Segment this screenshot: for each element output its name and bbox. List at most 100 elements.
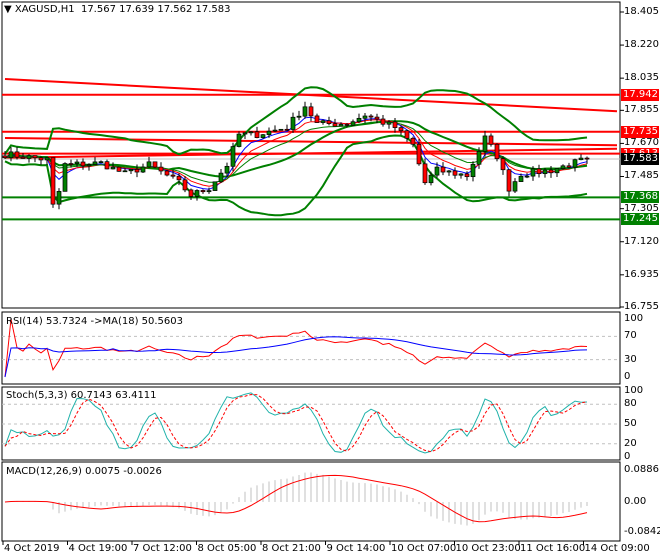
candle-bear	[104, 161, 110, 170]
candle-bull	[338, 124, 344, 127]
candle-bear	[392, 121, 398, 128]
rsi-axis-label: 0	[624, 371, 631, 382]
candle-bear	[200, 190, 206, 193]
price-axis-label: 17.120	[624, 235, 659, 247]
candle-bull	[206, 190, 212, 193]
candle-bear	[344, 124, 350, 126]
candle-bear	[188, 189, 194, 197]
time-axis-label: 11 Oct 16:00	[520, 543, 586, 554]
candle-bear	[170, 174, 176, 177]
candle-bear	[440, 166, 446, 173]
candle-bull	[92, 161, 98, 165]
candle-bull	[62, 163, 68, 192]
candle-bear	[254, 131, 260, 138]
candle-bull	[230, 146, 236, 167]
candle-bear	[20, 156, 26, 159]
candle-bull	[218, 172, 224, 183]
candle-bear	[326, 120, 332, 124]
candle-bear	[176, 175, 182, 181]
price-tag-support: 17.368	[621, 191, 659, 204]
macd-axis-label: 0.00	[624, 496, 647, 507]
candle-bear	[284, 128, 290, 131]
time-axis-label: 10 Oct 23:00	[455, 543, 521, 554]
price-axis-label: 18.035	[624, 72, 659, 84]
candle-bull	[8, 151, 14, 159]
candle-bear	[116, 166, 122, 172]
stoch-axis-label: 80	[624, 398, 637, 410]
candle-bear	[584, 157, 590, 160]
ohlc-open: 17.567	[80, 4, 116, 15]
candle-bear	[416, 143, 422, 165]
candle-bear	[50, 157, 56, 205]
macd-signal-line	[4, 474, 588, 523]
dropdown-triangle-icon[interactable]: ▼	[4, 4, 12, 15]
stoch-axis-label: 20	[624, 437, 637, 449]
price-axis-label: 17.855	[624, 104, 659, 116]
candle-bull	[242, 132, 248, 135]
stoch-axis-label: 100	[624, 385, 644, 396]
time-axis-label: 10 Oct 07:00	[391, 543, 457, 554]
candle-bull	[530, 168, 536, 177]
candle-bull	[386, 121, 392, 125]
candle-bull	[518, 175, 524, 182]
candle-bear	[374, 116, 380, 120]
price-axis-label: 17.305	[624, 202, 659, 214]
candle-bull	[470, 163, 476, 178]
candle-bull	[542, 169, 548, 175]
candle-bear	[32, 155, 38, 159]
price-tag-current: 17.583	[621, 152, 659, 165]
candle-bull	[350, 121, 356, 126]
candle-bull	[266, 130, 272, 136]
candle-bull	[128, 169, 134, 172]
candle-bull	[26, 155, 32, 159]
rsi-axis-label: 30	[624, 353, 637, 365]
rsi-axis-label: 100	[624, 313, 644, 324]
candle-bull	[272, 129, 278, 132]
candle-bull	[302, 106, 308, 117]
candle-bear	[314, 115, 320, 123]
candle-bear	[182, 179, 188, 191]
candle-bull	[554, 168, 560, 174]
candle-bear	[14, 151, 20, 158]
candle-bull	[356, 117, 362, 123]
candle-bull	[320, 120, 326, 123]
rsi-ma-line	[4, 336, 588, 378]
candle-bear	[164, 170, 170, 176]
price-tag-resistance: 17.735	[621, 125, 659, 138]
rsi-line	[4, 318, 588, 378]
candle-bear	[332, 123, 338, 127]
candle-bear	[158, 166, 164, 172]
candle-bull	[212, 181, 218, 191]
macd-axis-label: -0.0842	[624, 526, 660, 538]
candle-bull	[194, 190, 200, 197]
stoch-axis-label: 0	[624, 451, 631, 462]
time-axis-label: 14 Oct 09:00	[584, 543, 650, 554]
candle-bull	[446, 170, 452, 173]
bollinger-lower	[4, 134, 588, 217]
candle-bear	[368, 115, 374, 118]
candle-bull	[122, 170, 128, 173]
candle-bull	[476, 150, 482, 165]
candle-bull	[260, 134, 266, 138]
time-axis-label: 4 Oct 19:00	[68, 543, 128, 554]
candle-bear	[566, 165, 572, 168]
candle-bear	[422, 163, 428, 184]
candle-bull	[362, 115, 368, 119]
ohlc-high: 17.639	[119, 4, 155, 15]
candle-bear	[536, 168, 542, 175]
ohlc-low: 17.562	[157, 4, 193, 15]
macd-label: MACD(12,26,9) 0.0075 -0.0026	[6, 466, 162, 477]
candle-bear	[38, 157, 44, 161]
candle-bull	[44, 157, 50, 161]
candle-bull	[110, 166, 116, 170]
candle-bull	[434, 166, 440, 176]
candle-bull	[86, 164, 92, 167]
candle-bull	[248, 131, 254, 134]
candle-bull	[512, 181, 518, 192]
candle-bear	[452, 170, 458, 176]
candle-bear	[2, 155, 8, 159]
stoch-label: Stoch(5,3,3) 60.7143 63.4111	[6, 390, 157, 401]
ohlc-close: 17.583	[195, 4, 231, 15]
candle-bull	[224, 165, 230, 174]
candle-bull	[578, 157, 584, 161]
